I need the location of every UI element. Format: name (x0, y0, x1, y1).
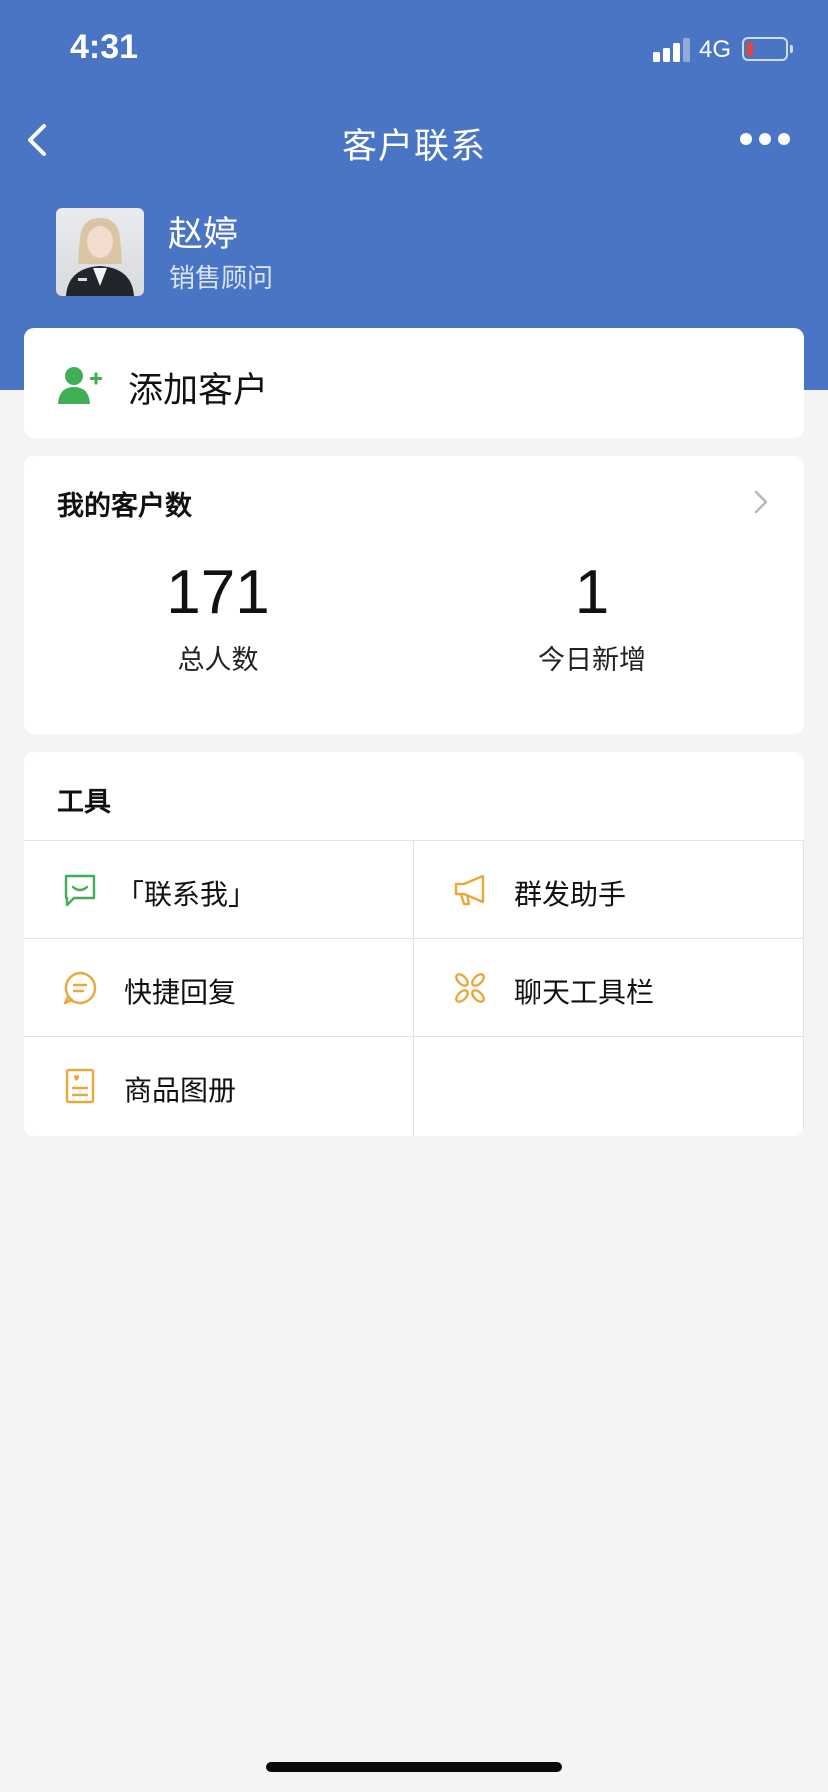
chat-toolbar-icon (455, 973, 485, 1003)
tool-contact-me[interactable]: 「联系我」 (24, 841, 414, 939)
tool-label: 快捷回复 (124, 976, 237, 1009)
tools-grid: 「联系我」 群发助手 快捷回复 聊天工具栏 商品图册 (24, 840, 804, 1136)
stats-title: 我的客户数 (57, 491, 192, 522)
more-button[interactable] (740, 130, 790, 148)
signal-icon (653, 38, 691, 62)
tools-title: 工具 (57, 787, 111, 818)
page-title: 客户联系 (341, 127, 486, 167)
avatar[interactable] (56, 208, 144, 296)
quick-reply-icon (63, 971, 97, 1005)
tool-label: 群发助手 (514, 878, 627, 911)
tool-label: 「联系我」 (116, 878, 257, 911)
tool-empty-cell (414, 1037, 804, 1136)
megaphone-icon (454, 874, 485, 906)
battery-level (747, 42, 753, 56)
add-customer-button[interactable]: 添加客户 (24, 328, 804, 438)
tool-label: 聊天工具栏 (514, 976, 655, 1009)
more-dot (778, 133, 790, 145)
stat-total-value: 171 (166, 558, 270, 627)
tool-label: 商品图册 (124, 1074, 237, 1107)
stat-new-today: 1 今日新增 (452, 562, 732, 677)
tool-chat-toolbar[interactable]: 聊天工具栏 (414, 939, 804, 1037)
profile-name: 赵婷 (168, 215, 239, 255)
stat-total: 171 总人数 (78, 562, 358, 677)
home-indicator[interactable] (266, 1762, 562, 1772)
network-label: 4G (699, 36, 732, 63)
customer-stats-card[interactable]: 我的客户数 171 总人数 1 今日新增 (24, 456, 804, 734)
more-dot (740, 133, 752, 145)
tools-card: 工具 「联系我」 群发助手 快捷回复 聊天工具栏 商品图册 (24, 752, 804, 1136)
contact-me-icon (64, 874, 96, 907)
tool-quick-reply[interactable]: 快捷回复 (24, 939, 414, 1037)
battery-icon (742, 37, 788, 61)
person-photo-icon (66, 218, 134, 296)
add-customer-label: 添加客户 (128, 371, 269, 411)
stat-new-label: 今日新增 (538, 645, 646, 676)
profile-role: 销售顾问 (169, 264, 274, 294)
tool-product-catalog[interactable]: 商品图册 (24, 1037, 414, 1136)
stat-new-value: 1 (574, 558, 610, 627)
status-time: 4:31 (70, 28, 139, 66)
chevron-right-icon (754, 490, 768, 514)
battery-tip (790, 45, 793, 53)
more-dot (759, 133, 771, 145)
add-user-icon (58, 367, 102, 404)
stat-total-label: 总人数 (177, 645, 259, 676)
product-catalog-icon (65, 1068, 95, 1104)
tool-broadcast-assistant[interactable]: 群发助手 (414, 841, 804, 939)
